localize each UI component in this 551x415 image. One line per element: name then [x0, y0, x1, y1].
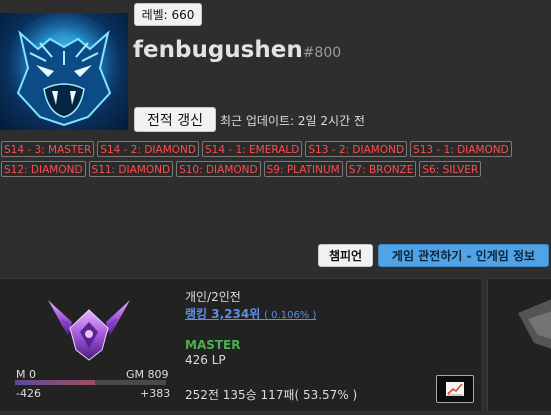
level-badge: 레벨: 660: [134, 3, 202, 26]
rank-emblem-partial-icon: [518, 299, 551, 349]
season-tag: S12: DIAMOND: [1, 161, 86, 177]
profile-icon-image: [0, 13, 128, 130]
season-tag: S9: PLATINUM: [263, 161, 343, 177]
ranking-text: 랭킹 3,234위: [185, 307, 261, 321]
summoner-name-text: fenbugushen: [133, 37, 303, 63]
lp-progress-bar: [15, 380, 166, 385]
season-tag: S13 - 2: DIAMOND: [305, 141, 408, 157]
season-tag: S6: SILVER: [419, 161, 482, 177]
season-history-row-2: S12: DIAMOND S11: DIAMOND S10: DIAMOND S…: [1, 161, 551, 177]
lp-positive-label: +383: [140, 387, 171, 400]
season-history-row-1: S14 - 3: MASTER S14 - 2: DIAMOND S14 - 1…: [1, 141, 551, 157]
champion-button[interactable]: 챔피언: [318, 244, 373, 267]
summoner-tag: #800: [302, 45, 342, 61]
last-update-text: 최근 업데이트: 2일 2시간 전: [220, 114, 365, 128]
master-emblem-icon: [42, 292, 136, 368]
win-loss-record: 252전 135승 117패( 53.57% ): [185, 388, 358, 402]
lp-negative-label: -426: [16, 387, 41, 400]
season-tag: S7: BRONZE: [345, 161, 417, 177]
summoner-name: fenbugushen#800: [133, 37, 341, 63]
refresh-record-button[interactable]: 전적 갱신: [134, 107, 216, 132]
lp-progress-fill: [15, 380, 95, 385]
ranking-link[interactable]: 랭킹 3,234위 ( 0.106% ): [185, 305, 316, 322]
flex-rank-panel: [487, 278, 551, 411]
ranking-percent: ( 0.106% ): [264, 310, 317, 321]
tier-name: MASTER: [185, 338, 241, 352]
lp-value: 426 LP: [185, 353, 226, 367]
season-tag: S10: DIAMOND: [176, 161, 261, 177]
queue-type-label: 개인/2인전: [185, 290, 241, 304]
season-tag: S11: DIAMOND: [88, 161, 174, 177]
season-tag: S14 - 2: DIAMOND: [97, 141, 199, 157]
season-tag: S13 - 1: DIAMOND: [410, 141, 512, 157]
season-tag: S14 - 1: EMERALD: [201, 141, 303, 157]
tiger-emblem-icon: [6, 13, 122, 127]
lp-graph-button[interactable]: [436, 375, 474, 403]
spectate-ingame-button[interactable]: 게임 관전하기 - 인게임 정보: [378, 244, 549, 267]
season-tag: S14 - 3: MASTER: [1, 141, 95, 157]
trend-chart-icon: [446, 382, 464, 396]
